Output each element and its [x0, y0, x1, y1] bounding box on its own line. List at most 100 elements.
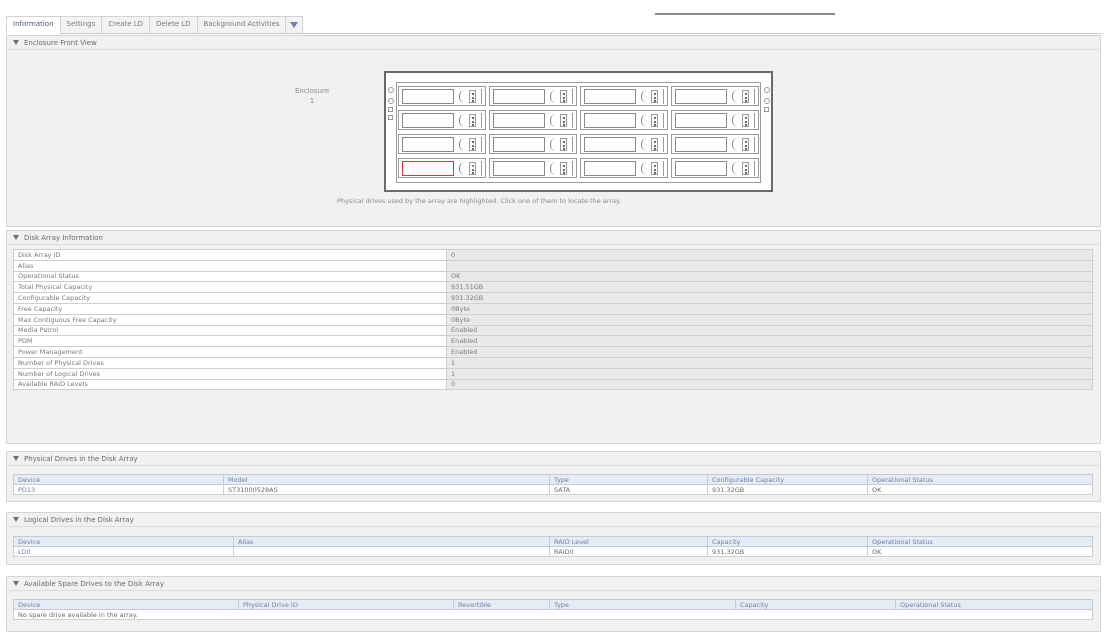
pd-device-link[interactable]: PD13	[13, 484, 224, 495]
pd-status: OK	[867, 484, 1093, 495]
drive-led-icon	[560, 114, 567, 127]
info-value: 931.51GB	[446, 281, 1093, 294]
col-device[interactable]: Device	[13, 474, 224, 485]
col-alias[interactable]: Alias	[233, 536, 550, 547]
drive-bay[interactable]	[398, 110, 486, 130]
scroll-indicator[interactable]	[655, 13, 835, 15]
tab-list: Information Settings Create LD Delete LD…	[6, 16, 1101, 34]
col-operational-status[interactable]: Operational Status	[867, 474, 1093, 485]
col-device[interactable]: Device	[13, 536, 234, 547]
enclosure-right-ear	[762, 82, 771, 183]
tab-information[interactable]: Information	[6, 16, 61, 34]
enclosure-number: 1	[309, 97, 315, 105]
collapse-arrow-icon[interactable]	[13, 456, 19, 461]
drive-bay[interactable]	[671, 134, 759, 154]
col-device[interactable]: Device	[13, 599, 239, 610]
disk-array-info-table: Disk Array ID 0 Alias Operational Status OK T…	[13, 249, 1093, 391]
info-key: Disk Array ID	[13, 249, 447, 261]
drive-bay[interactable]	[489, 86, 577, 106]
collapse-arrow-icon[interactable]	[13, 581, 19, 586]
col-model[interactable]: Model	[223, 474, 550, 485]
indicator-led-icon	[763, 87, 770, 93]
table-row[interactable]: PD13 ST31000528AS SATA 931.32GB OK	[13, 484, 1093, 495]
drive-bay[interactable]	[671, 86, 759, 106]
table-row: No spare drive available in the array.	[13, 609, 1093, 620]
drive-led-icon	[742, 138, 749, 151]
drive-handle-icon	[459, 90, 465, 103]
col-type[interactable]: Type	[549, 599, 736, 610]
tab-create-ld[interactable]: Create LD	[101, 16, 151, 33]
drive-bay[interactable]	[489, 134, 577, 154]
tab-delete-ld[interactable]: Delete LD	[149, 16, 198, 33]
tab-bar: Information Settings Create LD Delete LD…	[0, 0, 1107, 34]
indicator-led-icon	[763, 98, 770, 104]
drive-handle-icon	[641, 114, 647, 127]
disk-array-info-header[interactable]: Disk Array Information	[7, 231, 1100, 245]
collapse-arrow-icon[interactable]	[13, 517, 19, 522]
bay-divider	[754, 137, 755, 152]
bay-divider	[481, 161, 482, 176]
drive-bay[interactable]	[580, 110, 668, 130]
col-type[interactable]: Type	[549, 474, 708, 485]
drive-slot	[493, 161, 545, 176]
info-value: 931.32GB	[446, 292, 1093, 304]
drive-slot	[584, 113, 636, 128]
ld-status: OK	[867, 546, 1093, 557]
col-physical-drive-id[interactable]: Physical Drive ID	[238, 599, 454, 610]
drive-bay[interactable]	[671, 110, 759, 130]
tab-background-activities[interactable]: Background Activities	[196, 16, 287, 33]
col-operational-status[interactable]: Operational Status	[895, 599, 1093, 610]
enclosure-section-header[interactable]: Enclosure Front View	[7, 36, 1100, 50]
info-key: Free Capacity	[13, 302, 447, 315]
bay-divider	[572, 89, 573, 104]
drive-slot	[584, 137, 636, 152]
col-capacity[interactable]: Capacity	[707, 536, 868, 547]
drive-bay[interactable]	[580, 134, 668, 154]
drive-led-icon	[651, 162, 658, 175]
drive-led-icon	[469, 90, 476, 103]
col-capacity[interactable]: Capacity	[735, 599, 896, 610]
spare-drives-header[interactable]: Available Spare Drives to the Disk Array	[7, 577, 1100, 591]
physical-drives-header[interactable]: Physical Drives in the Disk Array	[7, 452, 1100, 466]
drive-bay[interactable]	[398, 134, 486, 154]
table-row[interactable]: LD0 RAID0 931.32GB OK	[13, 546, 1093, 557]
info-key: Total Physical Capacity	[13, 281, 447, 294]
tab-more-button[interactable]	[285, 16, 304, 33]
info-row: Disk Array ID 0	[13, 249, 1093, 261]
info-key: Number of Physical Drives	[13, 356, 447, 369]
drive-bay[interactable]	[580, 158, 668, 178]
ld-device-link[interactable]: LD0	[13, 546, 234, 557]
triangle-down-icon	[290, 22, 299, 28]
collapse-arrow-icon[interactable]	[13, 235, 19, 240]
col-revertible[interactable]: Revertible	[453, 599, 550, 610]
spare-drives-title: Available Spare Drives to the Disk Array	[24, 579, 164, 588]
drive-bay[interactable]	[489, 158, 577, 178]
bay-divider	[572, 113, 573, 128]
info-value: 1	[446, 356, 1093, 369]
col-operational-status[interactable]: Operational Status	[867, 536, 1093, 547]
drive-bay[interactable]	[398, 86, 486, 106]
drive-bay[interactable]	[489, 110, 577, 130]
logical-drives-header[interactable]: Logical Drives in the Disk Array	[7, 513, 1100, 527]
tab-settings[interactable]: Settings	[59, 16, 103, 33]
drive-bay[interactable]	[580, 86, 668, 106]
drive-bay[interactable]	[398, 158, 486, 178]
drive-bay[interactable]	[671, 158, 759, 178]
drive-slot	[675, 137, 727, 152]
info-key: Power Management	[13, 346, 447, 358]
col-raid-level[interactable]: RAID Level	[549, 536, 708, 547]
enclosure-section: Enclosure Front View Enclosure 1 Physica…	[6, 35, 1101, 227]
pd-type: SATA	[549, 484, 708, 495]
drive-led-icon	[560, 90, 567, 103]
drive-led-icon	[651, 138, 658, 151]
info-row: Alias	[13, 259, 1093, 272]
info-row: Free Capacity 0Byte	[13, 302, 1093, 315]
drive-handle-icon	[459, 138, 465, 151]
collapse-arrow-icon[interactable]	[13, 40, 19, 45]
drive-led-icon	[742, 114, 749, 127]
info-key: Operational Status	[13, 270, 447, 283]
info-value: Enabled	[446, 335, 1093, 348]
enclosure-section-title: Enclosure Front View	[24, 38, 97, 47]
info-row: Operational Status OK	[13, 270, 1093, 283]
col-configurable-capacity[interactable]: Configurable Capacity	[707, 474, 868, 485]
